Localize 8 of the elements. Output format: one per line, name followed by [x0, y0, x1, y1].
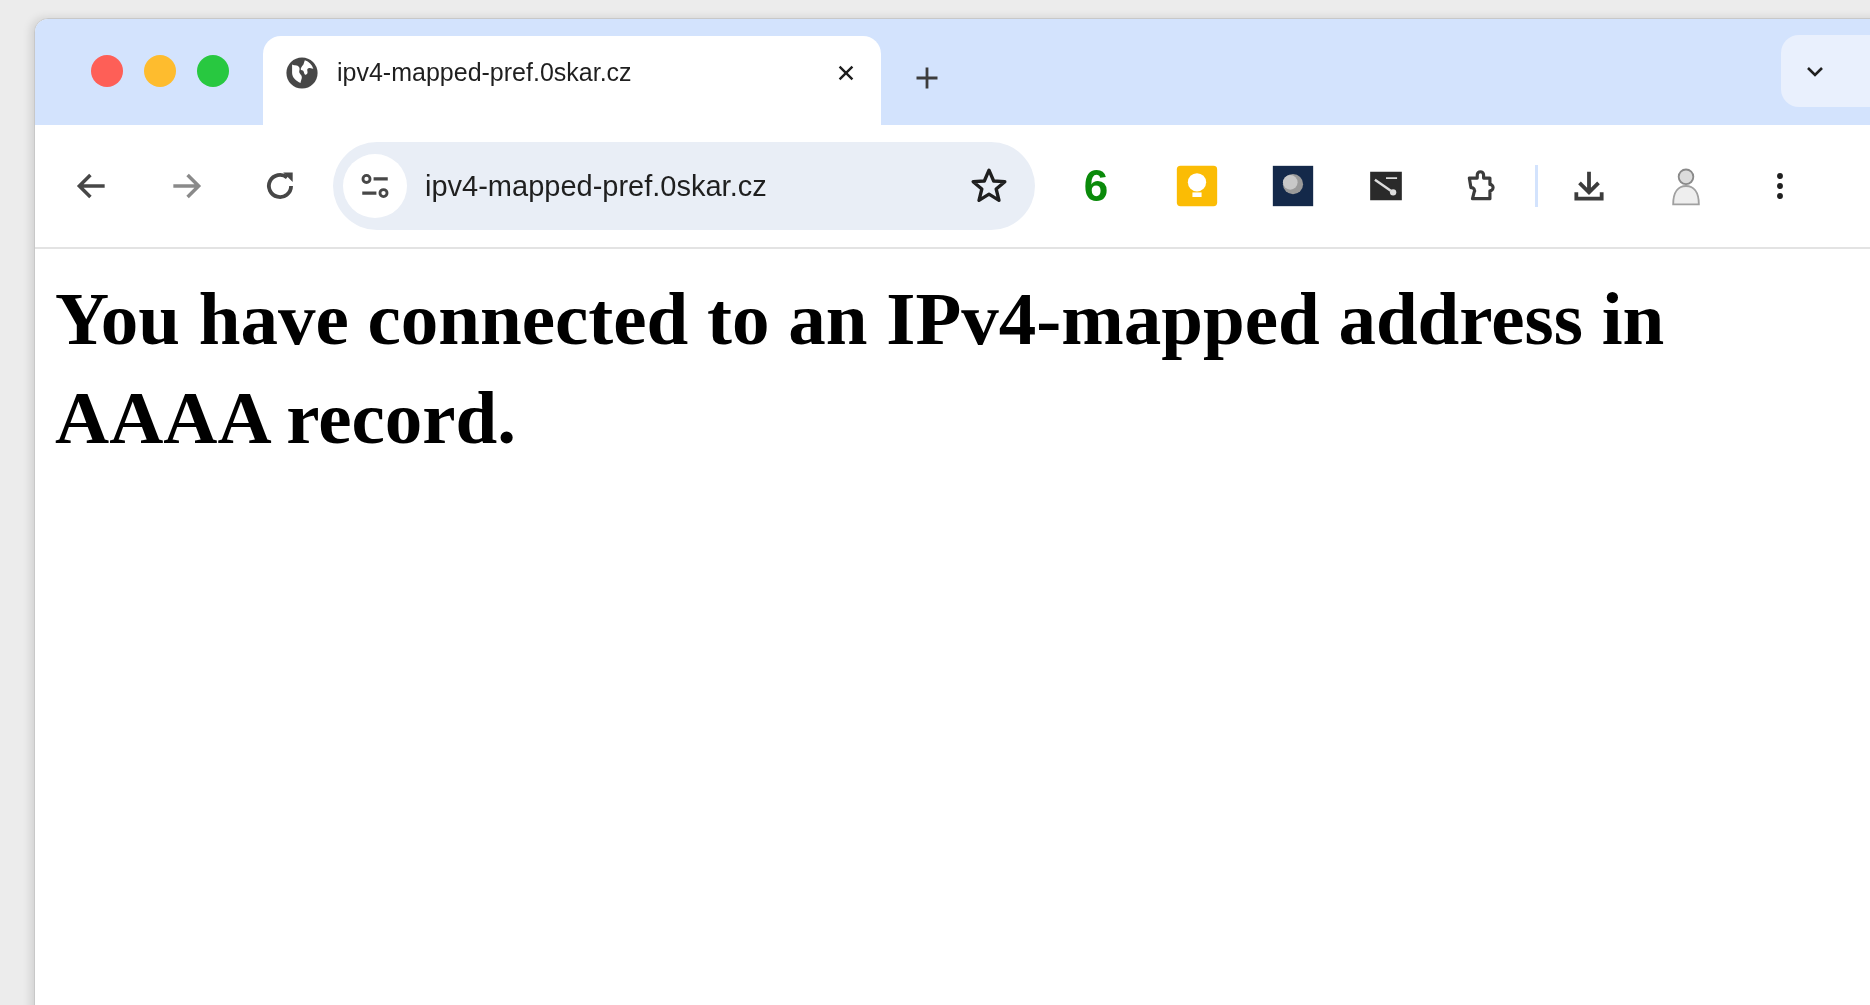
page-heading: You have connected to an IPv4-mapped address in AAAA record.	[55, 276, 1666, 461]
browser-tab[interactable]: ipv4-mapped-pref.0skar.cz	[263, 36, 881, 125]
url-text: ipv4-mapped-pref.0skar.cz	[425, 169, 768, 203]
extension-count[interactable]: 6	[1081, 161, 1111, 211]
address-bar[interactable]: ipv4-mapped-pref.0skar.cz	[333, 142, 1035, 230]
moon-icon[interactable]	[1271, 164, 1315, 208]
site-info-button[interactable]	[343, 154, 407, 218]
globe-icon	[285, 55, 319, 90]
